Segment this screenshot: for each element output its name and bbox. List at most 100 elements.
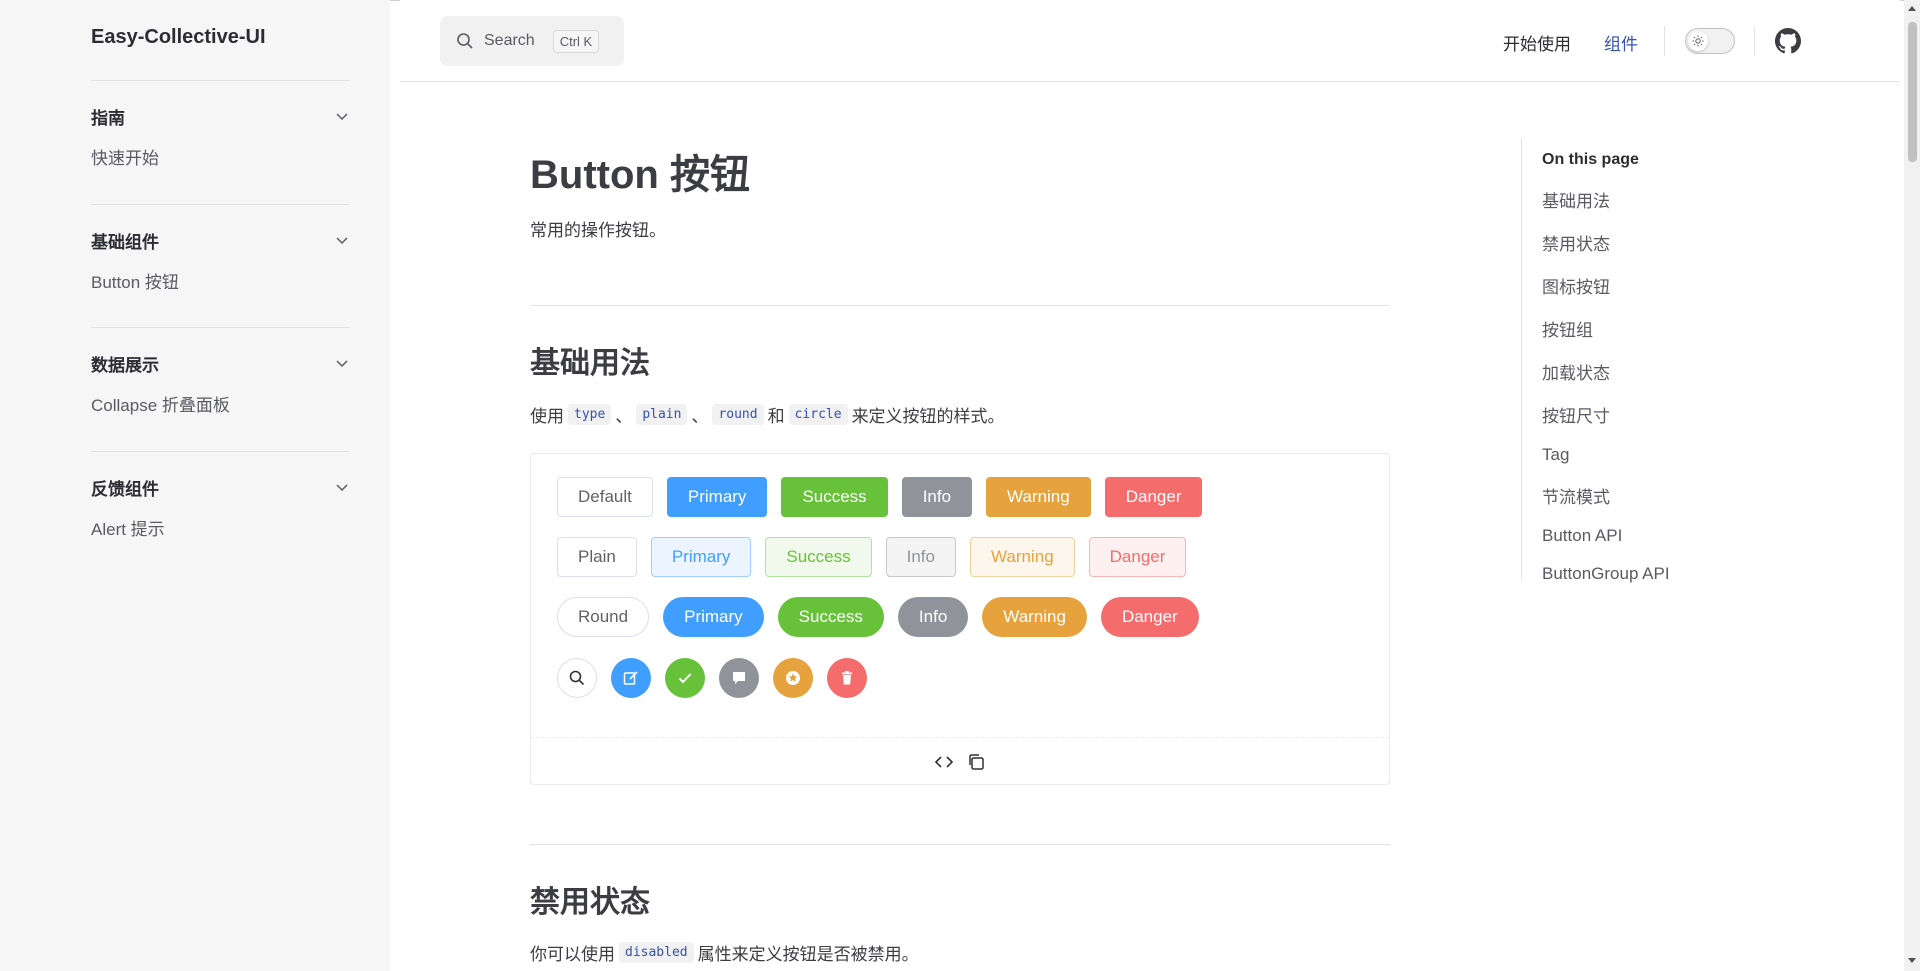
theme-toggle[interactable]: [1685, 28, 1735, 54]
danger-button[interactable]: Danger: [1104, 477, 1203, 517]
circle-edit-button[interactable]: [611, 658, 651, 698]
success-button[interactable]: Success: [781, 477, 888, 517]
demo-row-circle: [557, 658, 881, 698]
check-icon: [678, 673, 692, 684]
plain-primary-button[interactable]: Primary: [650, 537, 752, 577]
default-button[interactable]: Default: [557, 477, 653, 517]
toc-item[interactable]: Button API: [1542, 526, 1670, 546]
scroll-up-arrow[interactable]: [1908, 6, 1916, 11]
sidebar-item-alert[interactable]: Alert 提示: [91, 515, 350, 540]
sidebar-group-title: 基础组件: [91, 232, 159, 252]
chevron-down-icon[interactable]: [334, 479, 350, 495]
scroll-down-arrow[interactable]: [1908, 958, 1916, 963]
page-title: Button 按钮: [530, 153, 750, 197]
section-title-basic: 基础用法: [530, 347, 650, 380]
circle-search-button[interactable]: [557, 658, 597, 698]
info-button[interactable]: Info: [901, 477, 973, 517]
sidebar-group-header[interactable]: 基础组件: [91, 228, 350, 252]
demo-block: Default Primary Success Info Warning Dan…: [530, 453, 1390, 785]
github-icon[interactable]: [1775, 28, 1801, 54]
primary-button[interactable]: Primary: [666, 477, 768, 517]
sidebar-group-header[interactable]: 指南: [91, 104, 350, 128]
star-icon: [786, 671, 800, 685]
copy-icon[interactable]: [966, 752, 986, 772]
round-info-button[interactable]: Info: [897, 597, 969, 637]
demo-row-default: Default Primary Success Info Warning Dan…: [557, 477, 1216, 517]
toc-item[interactable]: 图标按钮: [1542, 273, 1670, 298]
sidebar-group-title: 反馈组件: [91, 479, 159, 499]
demo-row-round: Round Primary Success Info Warning Dange…: [557, 597, 1213, 637]
search-icon: [569, 670, 585, 686]
search-label: Search: [484, 32, 535, 49]
nav-get-started[interactable]: 开始使用: [1503, 30, 1571, 55]
toc-item[interactable]: Tag: [1542, 445, 1670, 465]
circle-delete-button[interactable]: [827, 658, 867, 698]
round-success-button[interactable]: Success: [777, 597, 884, 637]
circle-message-button[interactable]: [719, 658, 759, 698]
chevron-down-icon[interactable]: [334, 232, 350, 248]
round-button[interactable]: Round: [557, 597, 650, 637]
on-this-page: On this page 基础用法 禁用状态 图标按钮 按钮组 加载状态 按钮尺…: [1521, 138, 1670, 583]
sidebar-group-title: 指南: [91, 108, 125, 128]
toc-item[interactable]: 按钮尺寸: [1542, 402, 1670, 427]
search-shortcut: Ctrl K: [552, 29, 600, 53]
code-plain: plain: [636, 404, 688, 425]
edit-icon: [623, 671, 638, 685]
search-box[interactable]: Search Ctrl K: [440, 16, 624, 66]
desc-sep: 、: [615, 407, 633, 426]
section-title-disabled: 禁用状态: [530, 886, 650, 919]
sidebar-item-collapse[interactable]: Collapse 折叠面板: [91, 391, 350, 416]
round-danger-button[interactable]: Danger: [1100, 597, 1199, 637]
round-warning-button[interactable]: Warning: [982, 597, 1087, 637]
top-navbar: Search Ctrl K 开始使用 组件: [400, 0, 1900, 82]
desc-text: 使用: [530, 407, 564, 426]
code-disabled: disabled: [619, 942, 694, 963]
sidebar-item-quick-start[interactable]: 快速开始: [91, 144, 350, 169]
code-icon[interactable]: [934, 752, 954, 772]
sidebar-group-header[interactable]: 反馈组件: [91, 475, 350, 499]
chevron-down-icon[interactable]: [334, 108, 350, 124]
page-lead: 常用的操作按钮。: [530, 221, 666, 240]
sidebar-group-data: 数据展示 Collapse 折叠面板: [91, 327, 350, 416]
desc-text: 属性来定义按钮是否被禁用。: [697, 945, 919, 964]
nav-divider: [1664, 26, 1665, 56]
toc-item[interactable]: 按钮组: [1542, 316, 1670, 341]
chevron-down-icon[interactable]: [334, 355, 350, 371]
sidebar-group-header[interactable]: 数据展示: [91, 351, 350, 375]
message-icon: [733, 672, 745, 684]
plain-button[interactable]: Plain: [557, 537, 637, 577]
nav-components[interactable]: 组件: [1604, 30, 1638, 55]
toc-item[interactable]: ButtonGroup API: [1542, 564, 1670, 584]
demo-row-plain: Plain Primary Success Info Warning Dange…: [557, 537, 1200, 577]
page-scrollbar[interactable]: [1904, 0, 1920, 971]
circle-star-button[interactable]: [773, 658, 813, 698]
toc-item[interactable]: 基础用法: [1542, 187, 1670, 212]
toc-item[interactable]: 节流模式: [1542, 483, 1670, 508]
code-circle: circle: [788, 404, 848, 425]
sidebar-group-basic: 基础组件 Button 按钮: [91, 204, 350, 293]
plain-info-button[interactable]: Info: [885, 537, 956, 577]
toc-item[interactable]: 禁用状态: [1542, 230, 1670, 255]
section-divider: [530, 305, 1390, 306]
sidebar-item-button[interactable]: Button 按钮: [91, 268, 350, 293]
site-logo[interactable]: Easy-Collective-UI: [91, 26, 266, 49]
plain-danger-button[interactable]: Danger: [1088, 537, 1187, 577]
code-type: type: [568, 404, 612, 425]
circle-check-button[interactable]: [665, 658, 705, 698]
toc-item[interactable]: 加载状态: [1542, 359, 1670, 384]
search-icon: [457, 33, 473, 49]
plain-success-button[interactable]: Success: [765, 537, 872, 577]
desc-sep: 、: [691, 407, 709, 426]
plain-warning-button[interactable]: Warning: [969, 537, 1075, 577]
round-primary-button[interactable]: Primary: [663, 597, 764, 637]
sidebar-group-feedback: 反馈组件 Alert 提示: [91, 451, 350, 540]
scrollbar-thumb[interactable]: [1908, 22, 1917, 162]
toggle-knob: [1688, 31, 1708, 51]
warning-button[interactable]: Warning: [986, 477, 1091, 517]
sidebar: Easy-Collective-UI 指南 快速开始 基础组件 Button 按…: [0, 0, 390, 971]
section-desc-disabled: 你可以使用 disabled 属性来定义按钮是否被禁用。: [530, 940, 919, 965]
desc-sep: 和: [767, 407, 785, 426]
sidebar-group-guide: 指南 快速开始: [91, 80, 350, 169]
section-divider: [530, 844, 1390, 845]
demo-footer: [531, 737, 1389, 785]
